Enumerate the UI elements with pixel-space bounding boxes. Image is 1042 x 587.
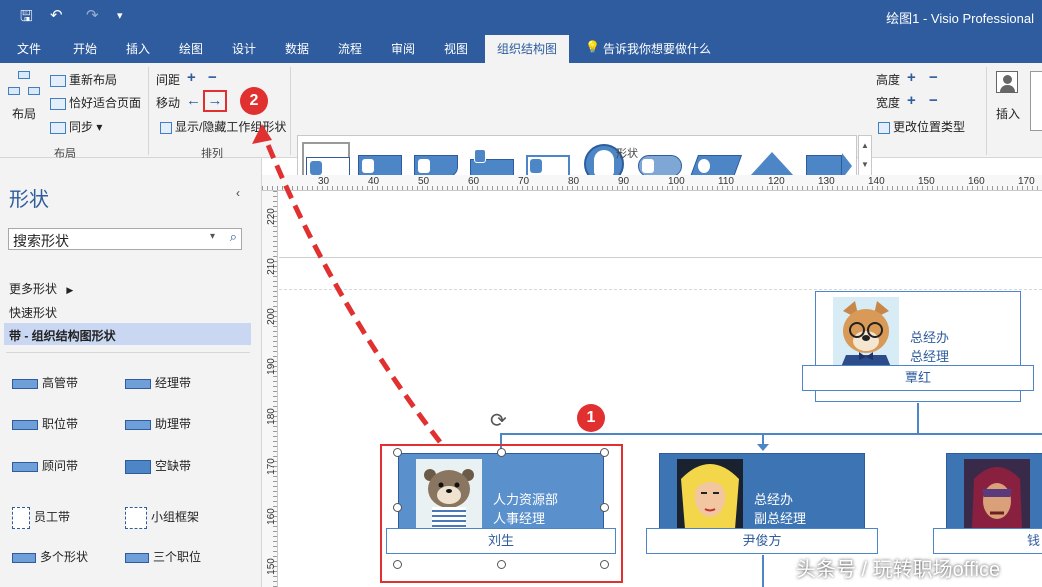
step-badge-1: 1 xyxy=(577,404,605,432)
watermark: 头条号 / 玩转职场office xyxy=(796,559,1001,581)
annotation-arrow xyxy=(252,124,442,444)
step-badge-2: 2 xyxy=(240,87,268,115)
